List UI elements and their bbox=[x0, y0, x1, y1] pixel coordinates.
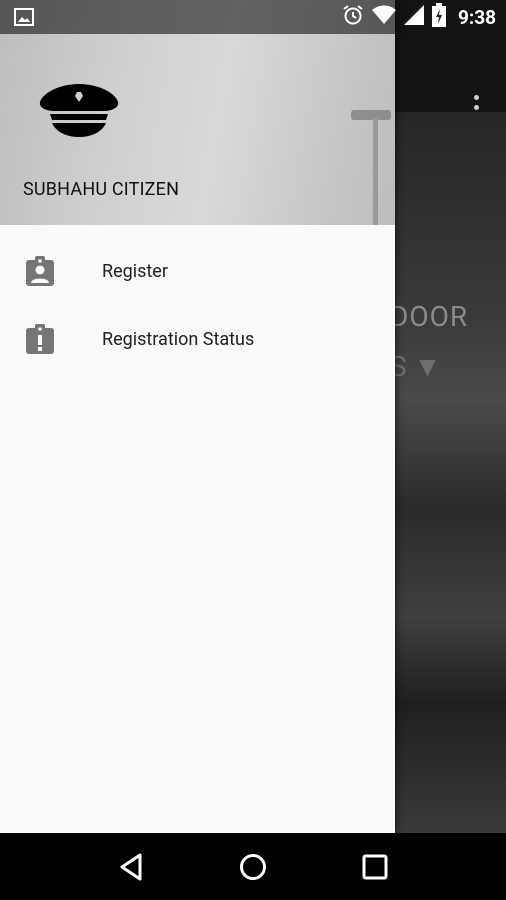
signal-icon bbox=[403, 5, 424, 29]
menu-item-label: Registration Status bbox=[102, 328, 255, 350]
wifi-icon bbox=[371, 5, 396, 29]
menu-item-label: Register bbox=[102, 260, 168, 282]
drawer-user-name: SUBHAHU CITIZEN bbox=[23, 179, 180, 200]
assignment-ind-icon bbox=[0, 256, 102, 286]
street-lamp-decoration bbox=[345, 110, 395, 225]
hero-subtext: S ▼ bbox=[390, 350, 442, 383]
back-icon[interactable] bbox=[101, 842, 161, 892]
battery-charging-icon bbox=[431, 3, 446, 31]
status-bar: 9:38 bbox=[0, 0, 506, 34]
assignment-late-icon bbox=[0, 324, 102, 354]
hero-text: DOOR bbox=[390, 300, 469, 333]
drawer-menu: Register Registration Status bbox=[0, 237, 395, 373]
menu-item-register[interactable]: Register bbox=[0, 237, 395, 305]
status-time: 9:38 bbox=[457, 5, 496, 29]
system-nav-bar bbox=[0, 833, 506, 900]
home-icon[interactable] bbox=[223, 842, 283, 892]
recents-icon[interactable] bbox=[345, 842, 405, 892]
navigation-drawer: SUBHAHU CITIZEN Register Registration St… bbox=[0, 0, 395, 833]
menu-item-registration-status[interactable]: Registration Status bbox=[0, 305, 395, 373]
alarm-icon bbox=[342, 4, 364, 30]
police-cap-icon bbox=[38, 82, 120, 140]
gallery-icon bbox=[14, 8, 34, 30]
